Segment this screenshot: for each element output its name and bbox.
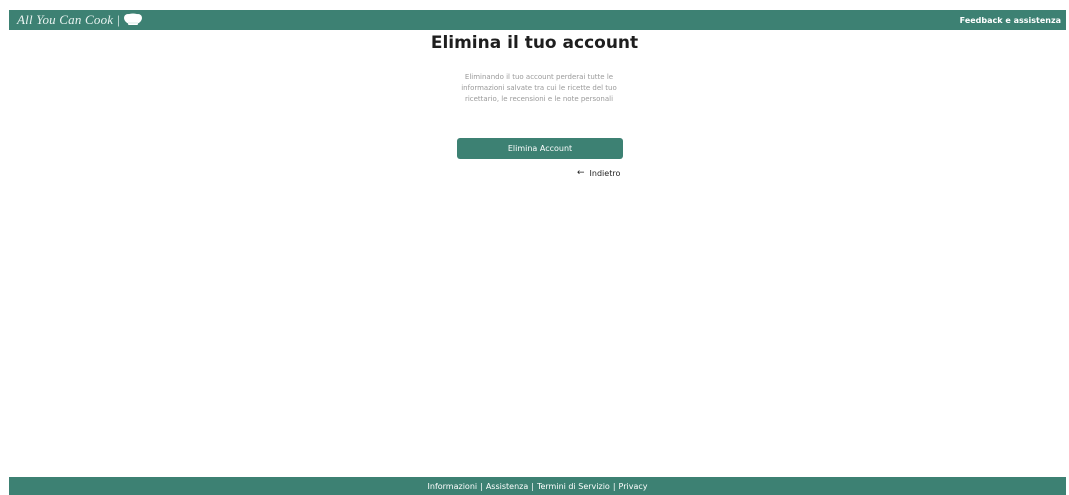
footer-separator: | xyxy=(480,481,483,491)
brand-logo[interactable]: All You Can Cook | xyxy=(9,10,143,30)
arrow-left-icon: ← xyxy=(577,168,585,178)
delete-warning-text: Eliminando il tuo account perderai tutte… xyxy=(461,73,617,103)
delete-account-button[interactable]: Elimina Account xyxy=(457,138,623,159)
brand-name: All You Can Cook xyxy=(17,12,114,27)
back-label: Indietro xyxy=(589,169,621,178)
footer-separator: | xyxy=(531,481,534,491)
page-title: Elimina il tuo account xyxy=(430,33,639,53)
footer-link-informazioni[interactable]: Informazioni xyxy=(428,482,478,491)
footer-link-termini[interactable]: Termini di Servizio xyxy=(537,482,610,491)
footer-link-assistenza[interactable]: Assistenza xyxy=(486,482,528,491)
brand-separator: | xyxy=(117,12,121,27)
footer-link-privacy[interactable]: Privacy xyxy=(619,482,648,491)
footer: Informazioni | Assistenza | Termini di S… xyxy=(9,477,1066,495)
chef-hat-icon xyxy=(123,13,143,27)
back-link[interactable]: ← Indietro xyxy=(577,168,621,179)
footer-separator: | xyxy=(612,481,616,491)
top-navbar: All You Can Cook | Feedback e assistenza xyxy=(9,10,1066,30)
feedback-link[interactable]: Feedback e assistenza xyxy=(960,16,1066,25)
